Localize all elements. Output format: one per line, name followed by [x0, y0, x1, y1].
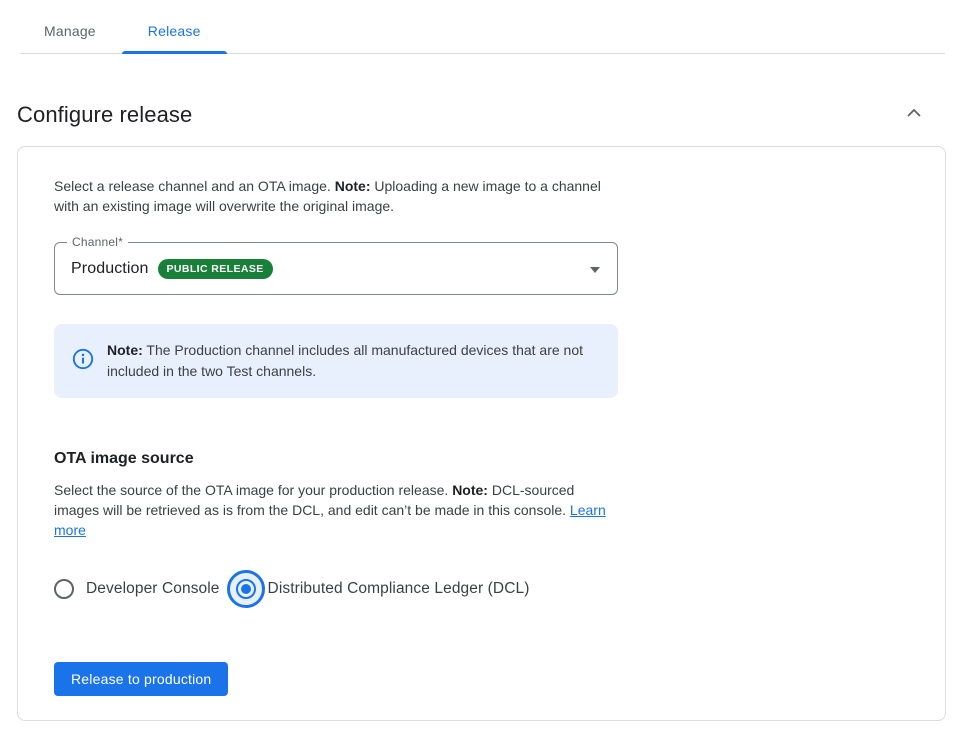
- tab-release[interactable]: Release: [122, 23, 227, 53]
- radio-selected-icon: [236, 579, 256, 599]
- radio-dot: [241, 584, 251, 594]
- note-banner-bold: Note:: [107, 342, 143, 358]
- intro-text: Select a release channel and an OTA imag…: [54, 176, 616, 216]
- tab-manage[interactable]: Manage: [18, 23, 122, 53]
- chevron-up-icon: [902, 101, 926, 130]
- ota-description-pre: Select the source of the OTA image for y…: [54, 482, 452, 498]
- channel-select-label: Channel*: [67, 235, 128, 249]
- ota-source-radio-group: Developer Console Distributed Compliance…: [54, 570, 909, 608]
- intro-text-note: Note:: [335, 178, 371, 194]
- radio-developer-console-label[interactable]: Developer Console: [86, 580, 220, 598]
- intro-text-pre: Select a release channel and an OTA imag…: [54, 178, 335, 194]
- configure-release-card: Select a release channel and an OTA imag…: [17, 146, 946, 721]
- tab-bar: Manage Release: [0, 0, 963, 53]
- ota-image-source-title: OTA image source: [54, 450, 909, 468]
- radio-dcl-label[interactable]: Distributed Compliance Ledger (DCL): [268, 580, 530, 598]
- note-banner: Note: The Production channel includes al…: [54, 324, 618, 398]
- arrow-drop-down-icon: [590, 267, 600, 273]
- release-to-production-button[interactable]: Release to production: [54, 662, 228, 696]
- ota-description: Select the source of the OTA image for y…: [54, 480, 622, 540]
- note-banner-text: Note: The Production channel includes al…: [107, 340, 594, 382]
- radio-dcl[interactable]: [227, 570, 265, 608]
- note-banner-body: The Production channel includes all manu…: [107, 342, 583, 379]
- public-release-badge: PUBLIC RELEASE: [158, 259, 273, 279]
- channel-select-value: Production: [71, 260, 149, 278]
- ota-description-note: Note:: [452, 482, 488, 498]
- radio-developer-console[interactable]: [54, 579, 74, 599]
- channel-select[interactable]: Channel* Production PUBLIC RELEASE: [54, 242, 618, 295]
- page-header: Configure release: [17, 102, 927, 128]
- page-title: Configure release: [17, 102, 192, 128]
- collapse-section-button[interactable]: [901, 102, 927, 128]
- info-icon: [72, 348, 94, 375]
